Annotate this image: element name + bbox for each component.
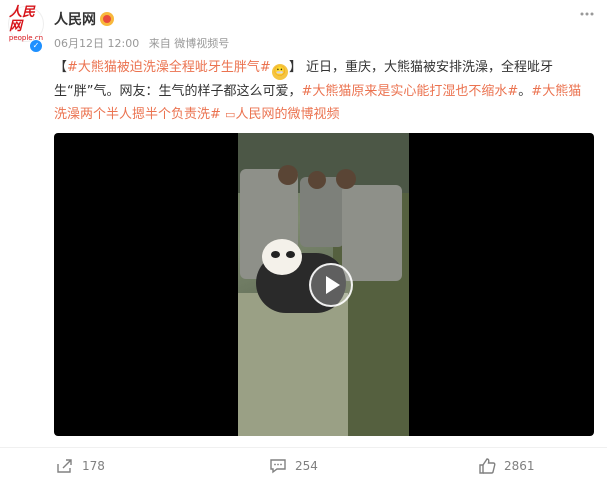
divider	[0, 447, 607, 448]
comment-count: 254	[295, 459, 318, 473]
avatar[interactable]: 人民网 people.cn	[8, 6, 44, 42]
weibo-post-card: 人民网 people.cn ✓ 人民网 06月12日 12:00 来自 微博视频…	[0, 0, 607, 491]
video-link[interactable]: ▭人民网的微博视频	[225, 107, 339, 122]
video-link-icon: ▭	[225, 108, 236, 121]
post-meta: 06月12日 12:00 来自 微博视频号	[54, 35, 235, 51]
post-date[interactable]: 06月12日 12:00	[54, 37, 139, 50]
author-name[interactable]: 人民网	[54, 9, 96, 29]
author-row: 人民网	[54, 9, 114, 29]
topic-tag-2[interactable]: #大熊猫原来是实心能打湿也不缩水#	[301, 84, 518, 99]
post-text: 【#大熊猫被迫洗澡全程呲牙生胖气# 😬】 近日，重庆，大熊猫被安排洗澡，全程呲牙生…	[54, 56, 594, 126]
share-button[interactable]: 178	[56, 454, 105, 478]
share-icon	[57, 459, 72, 473]
post-source: 来自 微博视频号	[148, 37, 230, 50]
thumbs-up-icon	[479, 458, 496, 474]
avatar-logo-text: 人民网	[9, 5, 36, 34]
bracket-close: 】	[288, 60, 302, 75]
share-count: 178	[82, 459, 105, 473]
comment-icon	[270, 459, 286, 474]
video-link-label: 人民网的微博视频	[235, 107, 340, 122]
play-icon[interactable]	[309, 263, 353, 307]
like-count: 2861	[504, 459, 535, 473]
comment-button[interactable]: 254	[269, 454, 318, 478]
video-player[interactable]	[54, 133, 594, 436]
post-punct: 。	[518, 84, 532, 99]
bracket-open: 【	[54, 60, 68, 75]
topic-tag[interactable]: #大熊猫被迫洗澡全程呲牙生胖气#	[67, 60, 271, 75]
grimace-emoji-icon: 😬	[271, 64, 288, 80]
like-button[interactable]: 2861	[478, 454, 535, 478]
more-options-icon[interactable]	[579, 2, 595, 21]
medal-icon[interactable]	[100, 12, 114, 26]
verified-badge-icon: ✓	[29, 39, 43, 53]
